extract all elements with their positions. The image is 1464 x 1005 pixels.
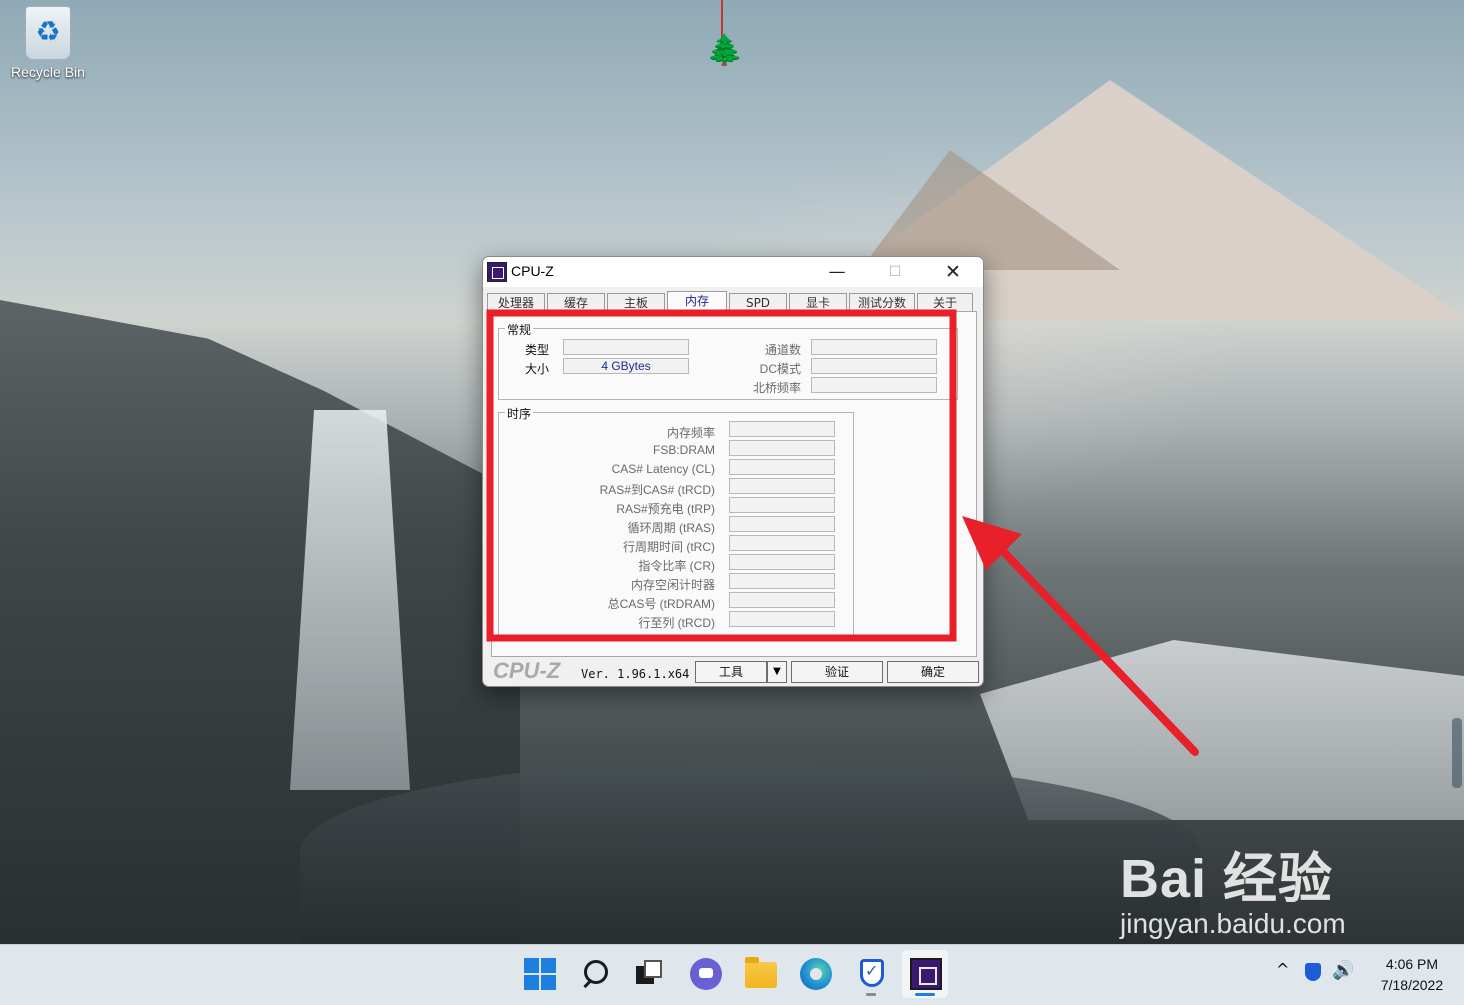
- timing-value: [729, 516, 835, 532]
- clock-time: 4:06 PM: [1385, 956, 1439, 972]
- timings-group-title: 时序: [505, 405, 534, 422]
- timing-value: [729, 478, 835, 494]
- tray-security-icon[interactable]: [1305, 963, 1321, 981]
- timing-value: [729, 440, 835, 456]
- memory-panel: 常规 类型 大小 4 GBytes 通道数 DC模式 北桥频率 时序 内存频率 …: [491, 311, 977, 657]
- timing-label: 循环周期 (tRAS): [627, 521, 715, 535]
- type-value: [563, 339, 689, 355]
- cpuz-window: CPU-Z — ☐ ✕ 处理器 缓存 主板 内存 SPD 显卡 测试分数 关于 …: [482, 256, 984, 687]
- general-group: 常规 类型 大小 4 GBytes 通道数 DC模式 北桥频率: [498, 321, 958, 400]
- close-button[interactable]: ✕: [924, 257, 982, 287]
- start-icon[interactable]: [524, 958, 556, 990]
- tray-chevron-icon[interactable]: ^: [1276, 960, 1289, 979]
- window-footer: CPU-Z Ver. 1.96.1.x64 工具 ▼ 验证 确定: [483, 658, 983, 686]
- window-title: CPU-Z: [511, 263, 554, 279]
- file-explorer-icon[interactable]: [745, 957, 777, 988]
- timing-label: 内存频率: [666, 426, 715, 440]
- timing-value: [729, 611, 835, 627]
- tools-button[interactable]: 工具: [695, 661, 767, 683]
- timing-value: [729, 573, 835, 589]
- clock[interactable]: 4:06 PM 7/18/2022: [1372, 954, 1452, 996]
- timing-label: RAS#到CAS# (tRCD): [599, 483, 715, 497]
- timing-label: FSB:DRAM: [652, 443, 715, 457]
- search-icon[interactable]: [580, 958, 612, 990]
- validate-button[interactable]: 验证: [791, 661, 883, 683]
- channels-value: [811, 339, 937, 355]
- ok-button[interactable]: 确定: [887, 661, 979, 683]
- minimize-button[interactable]: —: [808, 257, 866, 287]
- tab-cache[interactable]: 缓存: [547, 293, 605, 311]
- size-value: 4 GBytes: [563, 358, 689, 374]
- timing-label: 内存空闲计时器: [630, 578, 715, 592]
- timing-value: [729, 535, 835, 551]
- timing-label: RAS#预充电 (tRP): [616, 502, 715, 516]
- chat-icon[interactable]: [690, 958, 722, 990]
- clock-date: 7/18/2022: [1380, 977, 1444, 993]
- tab-processor[interactable]: 处理器: [487, 293, 545, 311]
- christmas-tree-icon: 🌲: [706, 33, 744, 68]
- cpuz-app-icon: [487, 262, 507, 282]
- timing-value: [729, 421, 835, 437]
- taskbar: [0, 944, 1464, 1005]
- general-group-title: 常规: [505, 321, 534, 338]
- edge-icon[interactable]: [800, 958, 832, 990]
- timing-label: 行周期时间 (tRC): [623, 540, 715, 554]
- timing-label: 行至列 (tRCD): [638, 616, 715, 630]
- active-indicator: [915, 993, 935, 996]
- tab-mainboard[interactable]: 主板: [607, 293, 665, 311]
- tab-graphics[interactable]: 显卡: [789, 293, 847, 311]
- timing-value: [729, 592, 835, 608]
- tab-memory[interactable]: 内存: [667, 291, 727, 311]
- dc-mode-label: DC模式: [759, 362, 801, 376]
- timing-label: 总CAS号 (tRDRAM): [607, 597, 715, 611]
- desktop-icon-label: Recycle Bin: [11, 64, 85, 80]
- timings-group: 时序 内存频率 FSB:DRAM CAS# Latency (CL) RAS#到…: [498, 405, 854, 640]
- watermark-url: jingyan.baidu.com: [1120, 908, 1346, 939]
- edge-handle[interactable]: [1452, 718, 1462, 788]
- desktop-icon-recycle-bin[interactable]: Recycle Bin: [8, 6, 88, 80]
- cpuz-taskbar-icon[interactable]: [910, 958, 942, 990]
- tools-dropdown-arrow-icon[interactable]: ▼: [767, 661, 787, 683]
- cpuz-brand-logo: CPU-Z: [493, 658, 561, 683]
- type-label: 类型: [524, 343, 549, 357]
- wallpaper-river: [300, 760, 1200, 944]
- maximize-button[interactable]: ☐: [866, 257, 924, 287]
- timing-label: 指令比率 (CR): [638, 559, 715, 573]
- tab-bench[interactable]: 测试分数: [849, 293, 915, 311]
- running-indicator: [866, 993, 876, 996]
- size-label: 大小: [524, 362, 549, 376]
- baidu-watermark: Bai 经验 jingyan.baidu.com: [1120, 850, 1346, 940]
- security-shield-icon[interactable]: [856, 958, 888, 990]
- nb-freq-value: [811, 377, 937, 393]
- nb-freq-label: 北桥频率: [752, 381, 801, 395]
- timing-label: CAS# Latency (CL): [611, 462, 715, 476]
- tab-about[interactable]: 关于: [917, 293, 973, 311]
- dc-mode-value: [811, 358, 937, 374]
- task-view-icon[interactable]: [634, 958, 666, 990]
- recycle-bin-icon: [25, 6, 71, 60]
- timing-value: [729, 459, 835, 475]
- channels-label: 通道数: [764, 343, 801, 357]
- volume-icon[interactable]: 🔊: [1332, 960, 1354, 981]
- title-bar[interactable]: CPU-Z — ☐ ✕: [483, 257, 983, 287]
- wallpaper-mountain-shade: [860, 150, 1120, 270]
- version-label: Ver. 1.96.1.x64: [581, 667, 690, 681]
- tab-spd[interactable]: SPD: [729, 293, 787, 311]
- timing-value: [729, 497, 835, 513]
- watermark-logo: Bai 经验: [1120, 849, 1334, 909]
- timing-value: [729, 554, 835, 570]
